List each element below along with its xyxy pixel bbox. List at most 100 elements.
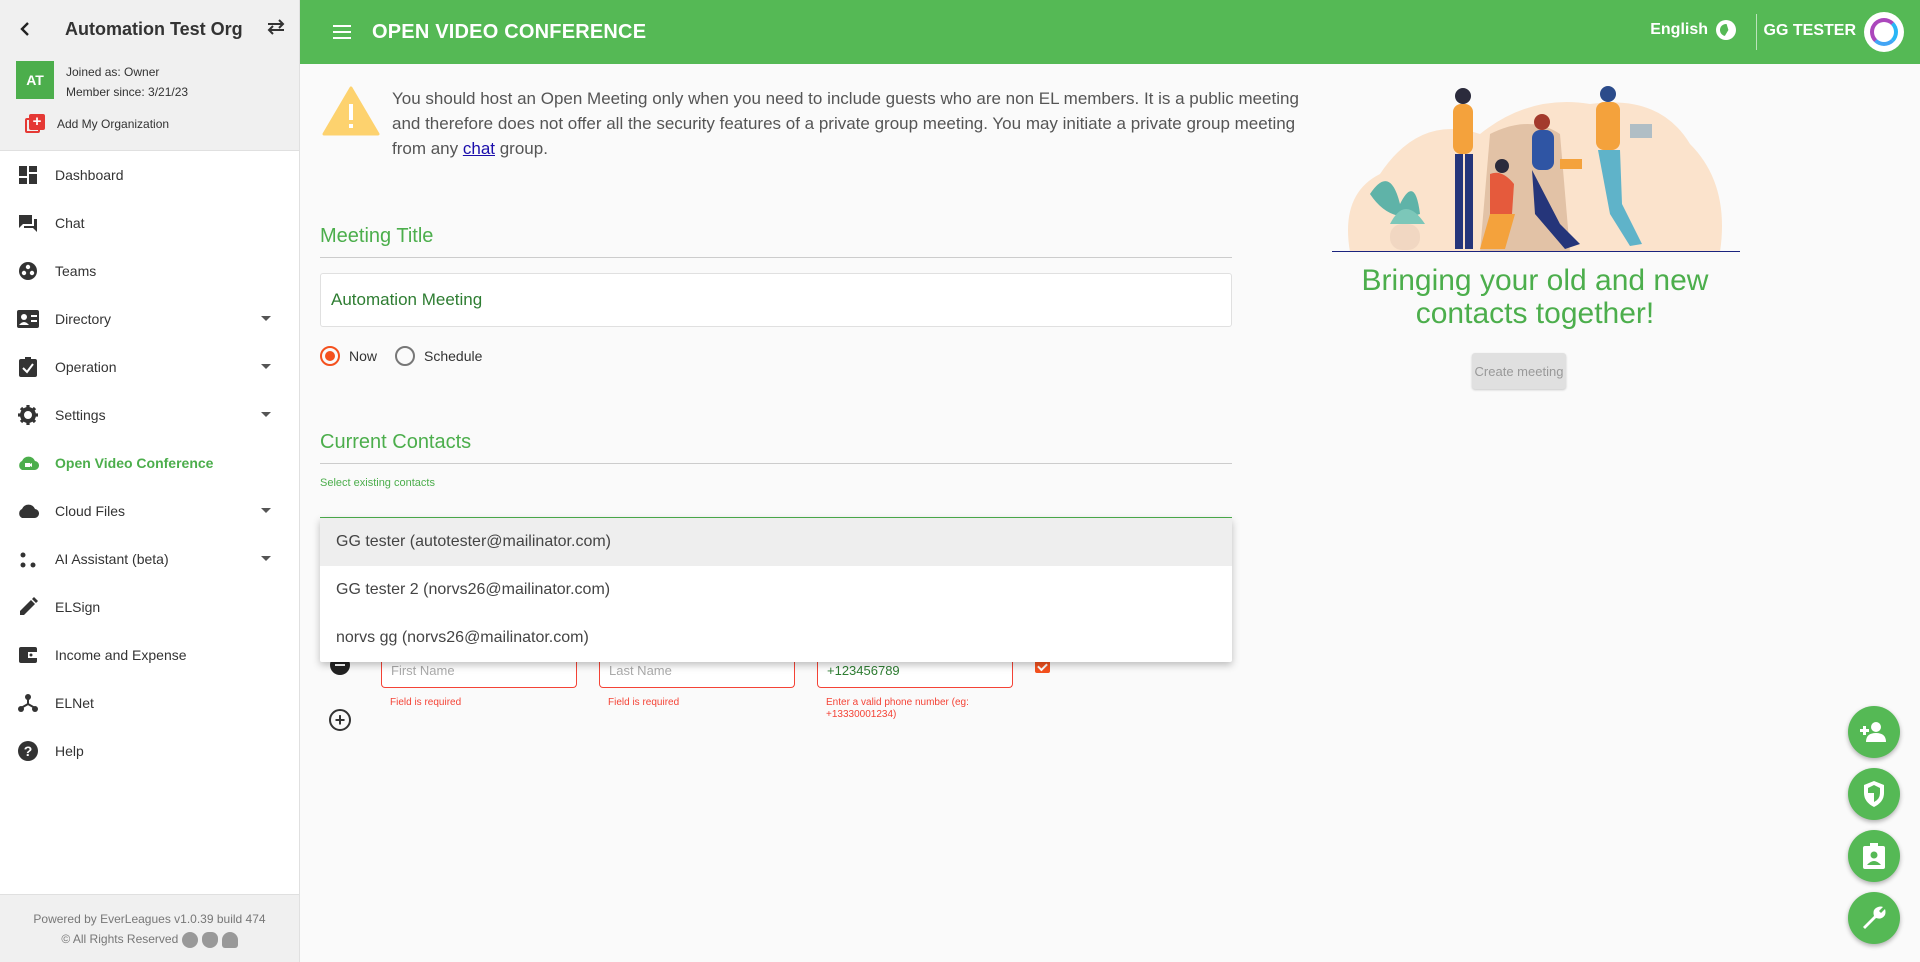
org-membership: Joined as: Owner Member since: 3/21/23 [66, 62, 188, 102]
language-selector[interactable]: English [1650, 20, 1736, 40]
chat-link[interactable]: chat [463, 139, 495, 158]
warning-text-after: group. [495, 139, 548, 158]
cloud-icon [16, 499, 40, 523]
meeting-title-heading: Meeting Title [320, 225, 434, 247]
sidebar-item-chat[interactable]: Chat [0, 199, 299, 247]
network-icon [16, 691, 40, 715]
globe-icon [1716, 20, 1736, 40]
open-meeting-warning: You should host an Open Meeting only whe… [322, 86, 1312, 161]
directory-icon [16, 307, 40, 331]
teams-icon [16, 259, 40, 283]
wrench-icon [1863, 906, 1886, 929]
org-header: Automation Test Org AT Joined as: Owner … [0, 0, 299, 151]
sidebar-item-elsign[interactable]: ELSign [0, 583, 299, 631]
sidebar-item-label: ELSign [55, 599, 101, 615]
help-icon: ? [16, 739, 40, 763]
phone-error-line: +13330001234) [826, 709, 897, 720]
org-name: Automation Test Org [65, 19, 243, 39]
sidebar-item-label: Operation [55, 359, 117, 375]
sidebar-item-label: Help [55, 743, 84, 759]
member-since: Member since: 3/21/23 [66, 85, 189, 99]
sidebar-item-dashboard[interactable]: Dashboard [0, 151, 299, 199]
add-organization-button[interactable]: + Add My Organization [25, 114, 169, 134]
contact-option[interactable]: GG tester (autotester@mailinator.com) [320, 518, 1232, 566]
main-content: You should host an Open Meeting only whe… [300, 64, 1920, 962]
sidebar-item-label: Chat [55, 215, 85, 231]
contact-card-fab[interactable] [1848, 830, 1900, 882]
sidebar-item-ai-assistant[interactable]: AI Assistant (beta) [0, 535, 299, 583]
select-contacts-label: Select existing contacts [320, 477, 435, 489]
add-contact-button[interactable]: + [329, 709, 351, 731]
add-box-icon: + [25, 114, 45, 134]
meeting-timing-radio-group: Now Schedule [320, 346, 500, 366]
sidebar-item-operation[interactable]: Operation [0, 343, 299, 391]
sidebar-item-help[interactable]: ? Help [0, 727, 299, 775]
tools-fab[interactable] [1848, 892, 1900, 944]
radio-schedule-label: Schedule [424, 348, 483, 364]
phone-error: Enter a valid phone number (eg: +1333000… [826, 697, 969, 721]
android-icon[interactable] [221, 931, 238, 948]
radio-now[interactable] [320, 346, 340, 366]
menu-icon[interactable] [330, 20, 354, 44]
cloud-video-icon [16, 451, 40, 475]
sidebar-nav: Dashboard Chat Teams Directory Operation… [0, 151, 299, 775]
first-name-error: Field is required [390, 697, 462, 708]
sidebar-item-label: AI Assistant (beta) [55, 551, 169, 567]
sidebar-item-elnet[interactable]: ELNet [0, 679, 299, 727]
user-name[interactable]: GG TESTER [1764, 22, 1856, 40]
sidebar-item-label: Income and Expense [55, 647, 187, 663]
phone-error-line: Enter a valid phone number (eg: [826, 697, 969, 708]
meeting-title-input[interactable] [320, 273, 1232, 327]
svg-text:?: ? [24, 743, 33, 759]
chevron-down-icon [261, 316, 271, 321]
sidebar-item-label: Settings [55, 407, 106, 423]
operation-icon [16, 355, 40, 379]
sidebar-item-open-video-conference[interactable]: Open Video Conference [0, 439, 299, 487]
sidebar-item-income-expense[interactable]: Income and Expense [0, 631, 299, 679]
wallet-icon [16, 643, 40, 667]
add-person-fab[interactable] [1848, 706, 1900, 758]
divider [320, 257, 1232, 258]
add-org-label: Add My Organization [57, 117, 170, 131]
avatar[interactable] [1864, 12, 1904, 52]
person-add-icon [1860, 722, 1886, 742]
sidebar-item-teams[interactable]: Teams [0, 247, 299, 295]
sidebar-item-label: Directory [55, 311, 112, 327]
sidebar-item-label: Cloud Files [55, 503, 126, 519]
contact-option[interactable]: GG tester 2 (norvs26@mailinator.com) [320, 566, 1232, 614]
badge-icon [1863, 843, 1885, 869]
people-illustration [1348, 86, 1722, 252]
page-title: OPEN VIDEO CONFERENCE [372, 20, 647, 43]
radio-schedule[interactable] [395, 346, 416, 366]
sidebar-item-label: Dashboard [55, 167, 124, 183]
sidebar-item-cloud-files[interactable]: Cloud Files [0, 487, 299, 535]
ai-icon [16, 547, 40, 571]
security-fab[interactable] [1848, 768, 1900, 820]
chrome-icon[interactable] [181, 931, 198, 948]
org-avatar: AT [16, 61, 54, 99]
last-name-error: Field is required [608, 697, 680, 708]
warning-text: You should host an Open Meeting only whe… [392, 86, 1312, 161]
back-icon[interactable] [14, 18, 36, 40]
gear-icon [16, 403, 40, 427]
contact-option[interactable]: norvs gg (norvs26@mailinator.com) [320, 614, 1232, 662]
sidebar-item-settings[interactable]: Settings [0, 391, 299, 439]
sidebar: Automation Test Org AT Joined as: Owner … [0, 0, 300, 962]
sidebar-item-label: Open Video Conference [55, 455, 214, 471]
chevron-down-icon [261, 556, 271, 561]
create-meeting-button[interactable]: Create meeting [1472, 353, 1566, 389]
sidebar-item-directory[interactable]: Directory [0, 295, 299, 343]
joined-as: Joined as: Owner [66, 65, 160, 79]
apple-icon[interactable] [201, 931, 218, 948]
copyright-text: © All Rights Reserved [61, 932, 179, 946]
contacts-dropdown: GG tester (autotester@mailinator.com) GG… [320, 518, 1232, 662]
powered-by: Powered by EverLeagues v1.0.39 build 474 [33, 912, 266, 926]
switch-org-icon[interactable] [266, 19, 286, 40]
chevron-down-icon [261, 508, 271, 513]
chevron-down-icon [261, 364, 271, 369]
sidebar-item-label: Teams [55, 263, 97, 279]
divider [320, 463, 1232, 464]
app-header: OPEN VIDEO CONFERENCE English GG TESTER [300, 0, 1920, 64]
header-divider [1756, 14, 1757, 50]
copyright: © All Rights Reserved [0, 929, 299, 949]
